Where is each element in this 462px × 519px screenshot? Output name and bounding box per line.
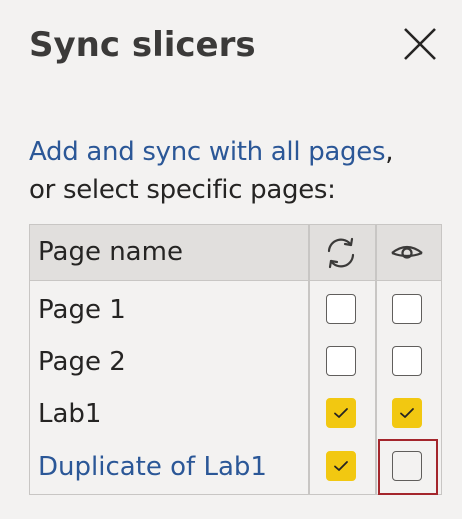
sync-checkbox[interactable]: [326, 346, 356, 376]
sync-checkbox[interactable]: [326, 451, 356, 481]
visible-checkbox[interactable]: [392, 346, 422, 376]
visible-checkbox[interactable]: [392, 294, 422, 324]
sync-column-header[interactable]: [321, 233, 361, 273]
table-row: Page 1: [30, 284, 441, 336]
page-name-cell: Page 1: [38, 295, 126, 325]
pages-table: Page name Page 1 Page 2 Lab1 Duplicate o…: [29, 224, 442, 495]
checkmark-icon: [334, 461, 348, 471]
checkmark-icon: [334, 408, 348, 418]
close-icon: [404, 28, 436, 60]
table-row: Lab1: [30, 388, 441, 440]
header-divider-visible: [375, 225, 377, 280]
table-header: Page name: [30, 225, 441, 281]
header-divider-sync: [308, 225, 310, 280]
pane-title: Sync slicers: [29, 25, 256, 65]
page-name-cell: Duplicate of Lab1: [38, 452, 267, 482]
visible-column-header[interactable]: [387, 233, 427, 273]
sync-checkbox[interactable]: [326, 294, 356, 324]
visible-checkbox[interactable]: [392, 451, 422, 481]
description: Add and sync with all pages, or select s…: [29, 133, 449, 209]
visible-checkbox[interactable]: [392, 398, 422, 428]
description-comma: ,: [385, 137, 394, 167]
sync-icon: [327, 237, 355, 269]
table-row: Page 2: [30, 336, 441, 388]
page-name-cell: Page 2: [38, 347, 126, 377]
eye-icon: [391, 245, 423, 259]
sync-checkbox[interactable]: [326, 398, 356, 428]
table-row: Duplicate of Lab1: [30, 439, 441, 495]
checkmark-icon: [400, 408, 414, 418]
description-text: or select specific pages:: [29, 175, 336, 205]
page-name-header[interactable]: Page name: [38, 225, 183, 279]
page-name-cell: Lab1: [38, 399, 102, 429]
close-button[interactable]: [398, 22, 442, 66]
add-sync-all-pages-link[interactable]: Add and sync with all pages: [29, 137, 386, 167]
